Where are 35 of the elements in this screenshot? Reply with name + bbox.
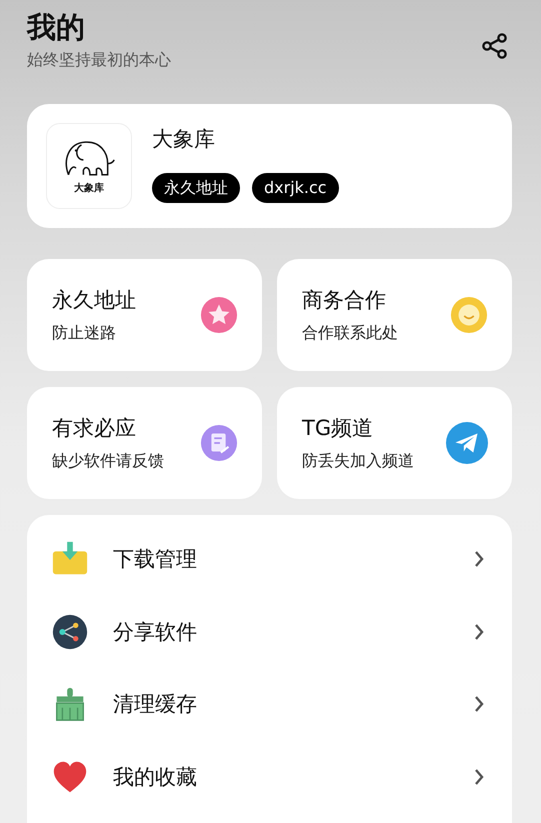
share-icon <box>51 612 89 651</box>
menu-label: 下载管理 <box>113 546 198 574</box>
shortcut-card[interactable]: TG频道 防丢失加入频道 <box>277 387 512 499</box>
note-icon <box>200 424 238 462</box>
menu-label: 我的收藏 <box>113 764 198 791</box>
card-title: TG频道 <box>302 415 374 442</box>
card-subtitle: 防止迷路 <box>52 322 117 344</box>
page-subtitle: 始终坚持最初的本心 <box>27 49 171 71</box>
card-subtitle: 缺少软件请反馈 <box>52 450 164 472</box>
card-title: 有求必应 <box>52 415 137 442</box>
chevron-right-icon <box>473 622 485 642</box>
menu-item[interactable]: 清理缓存 <box>27 668 512 740</box>
menu-item[interactable]: 分享软件 <box>27 596 512 668</box>
shortcut-card[interactable]: 有求必应 缺少软件请反馈 <box>27 387 262 499</box>
menu-item[interactable]: 我的收藏 <box>27 740 512 813</box>
shortcut-card[interactable]: 永久地址 防止迷路 <box>27 259 262 371</box>
profile-name: 大象库 <box>152 126 216 153</box>
shortcut-card[interactable]: 商务合作 合作联系此处 <box>277 259 512 371</box>
paper-plane-icon <box>446 422 488 464</box>
card-title: 商务合作 <box>302 287 387 314</box>
menu-item[interactable]: 下载管理 <box>27 523 512 596</box>
share-icon[interactable] <box>481 32 509 60</box>
card-subtitle: 合作联系此处 <box>302 322 398 344</box>
card-title: 永久地址 <box>52 287 136 314</box>
page-title: 我的 <box>27 9 86 46</box>
tag: dxrjk.cc <box>252 173 339 203</box>
tag: 永久地址 <box>152 173 240 203</box>
chevron-right-icon <box>473 766 485 787</box>
chevron-right-icon <box>473 694 485 714</box>
chevron-right-icon <box>473 549 485 570</box>
menu-label: 清理缓存 <box>113 691 198 718</box>
card-subtitle: 防丢失加入频道 <box>302 450 414 472</box>
logo-text: 大象库 <box>74 181 104 195</box>
menu-label: 分享软件 <box>113 618 198 646</box>
smiley-icon <box>450 296 488 334</box>
